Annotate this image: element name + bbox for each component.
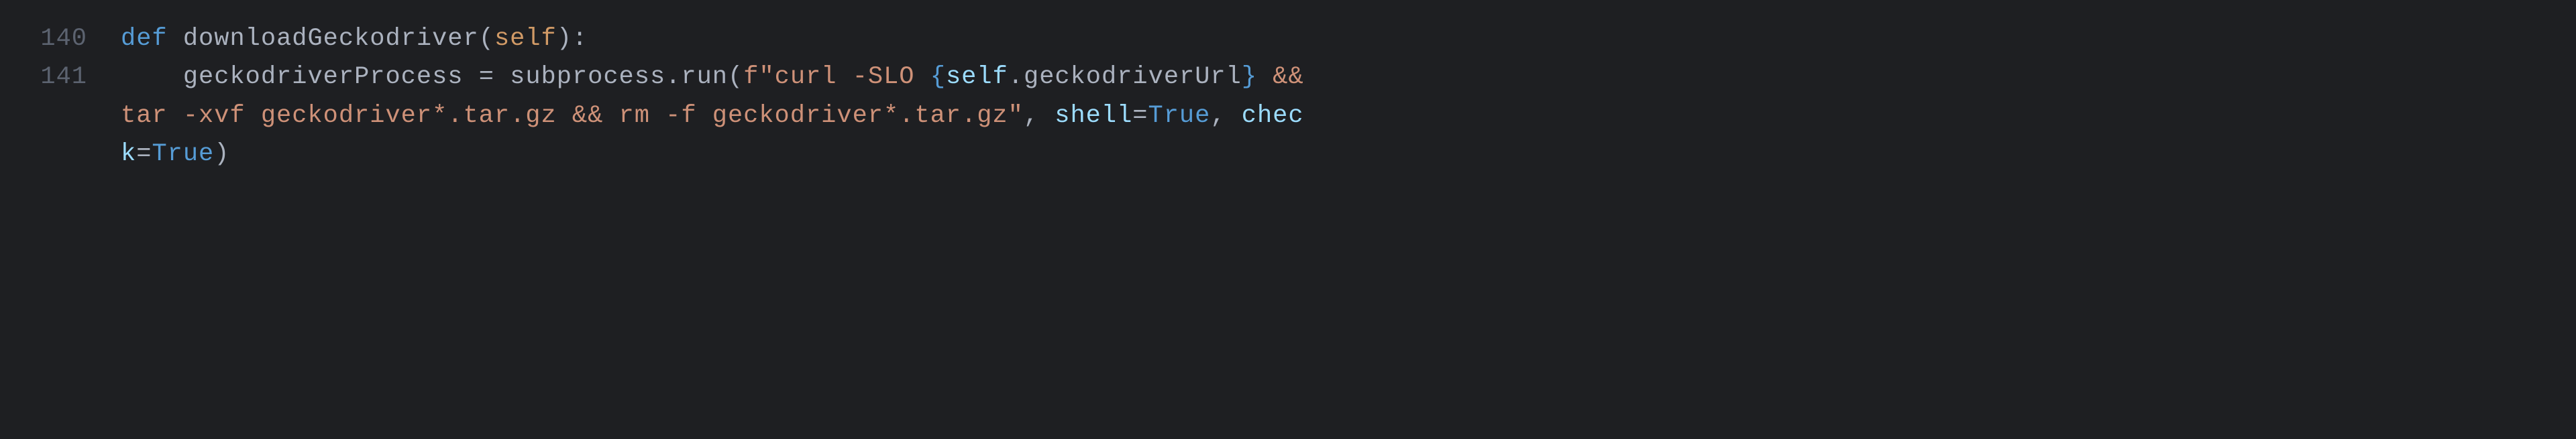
- code-line-141: 141 geckodriverProcess = subprocess.run(…: [0, 58, 2576, 97]
- interp-close: }: [1242, 63, 1257, 91]
- space: [168, 25, 183, 53]
- string-literal: tar -xvf geckodriver*.tar.gz && rm -f ge…: [121, 102, 1008, 130]
- code-line-141-wrap2: k=True): [0, 135, 2576, 174]
- code-content[interactable]: geckodriverProcess = subprocess.run(f"cu…: [121, 58, 2576, 97]
- paren-open: (: [479, 25, 494, 53]
- self-param: self: [494, 25, 557, 53]
- line-number: 140: [0, 20, 121, 58]
- colon: :: [572, 25, 588, 53]
- code-line-140: 140 def downloadGeckodriver(self):: [0, 20, 2576, 58]
- equals: =: [136, 140, 152, 168]
- interp-self: self: [946, 63, 1008, 91]
- module-name: subprocess: [510, 63, 665, 91]
- equals: =: [1132, 102, 1148, 130]
- comma: ,: [1024, 102, 1055, 130]
- assign: =: [464, 63, 511, 91]
- code-content[interactable]: def downloadGeckodriver(self):: [121, 20, 2576, 58]
- indent: [121, 63, 183, 91]
- kwarg-name: shell: [1055, 102, 1132, 130]
- code-editor: 140 def downloadGeckodriver(self): 141 g…: [0, 20, 2576, 174]
- kwarg-name-part: k: [121, 140, 136, 168]
- code-content[interactable]: tar -xvf geckodriver*.tar.gz && rm -f ge…: [121, 97, 2576, 135]
- fstring-prefix: f: [743, 63, 759, 91]
- string-quote: ": [759, 63, 774, 91]
- kwarg-value: True: [1148, 102, 1211, 130]
- code-line-141-wrap1: tar -xvf geckodriver*.tar.gz && rm -f ge…: [0, 97, 2576, 135]
- paren-open: (: [728, 63, 743, 91]
- dot: .: [1008, 63, 1024, 91]
- paren-close: ): [214, 140, 229, 168]
- kwarg-name-part: chec: [1242, 102, 1304, 130]
- function-name: downloadGeckodriver: [183, 25, 479, 53]
- string-quote: ": [1008, 102, 1024, 130]
- comma: ,: [1210, 102, 1241, 130]
- code-content[interactable]: k=True): [121, 135, 2576, 174]
- paren-close: ): [557, 25, 572, 53]
- kwarg-value: True: [152, 140, 214, 168]
- interp-open: {: [930, 63, 946, 91]
- dot: .: [665, 63, 681, 91]
- line-number: 141: [0, 58, 121, 97]
- keyword-def: def: [121, 25, 168, 53]
- method-name: run: [681, 63, 728, 91]
- variable-name: geckodriverProcess: [183, 63, 464, 91]
- member-name: geckodriverUrl: [1024, 63, 1242, 91]
- string-literal: &&: [1257, 63, 1320, 91]
- string-literal: curl -SLO: [775, 63, 930, 91]
